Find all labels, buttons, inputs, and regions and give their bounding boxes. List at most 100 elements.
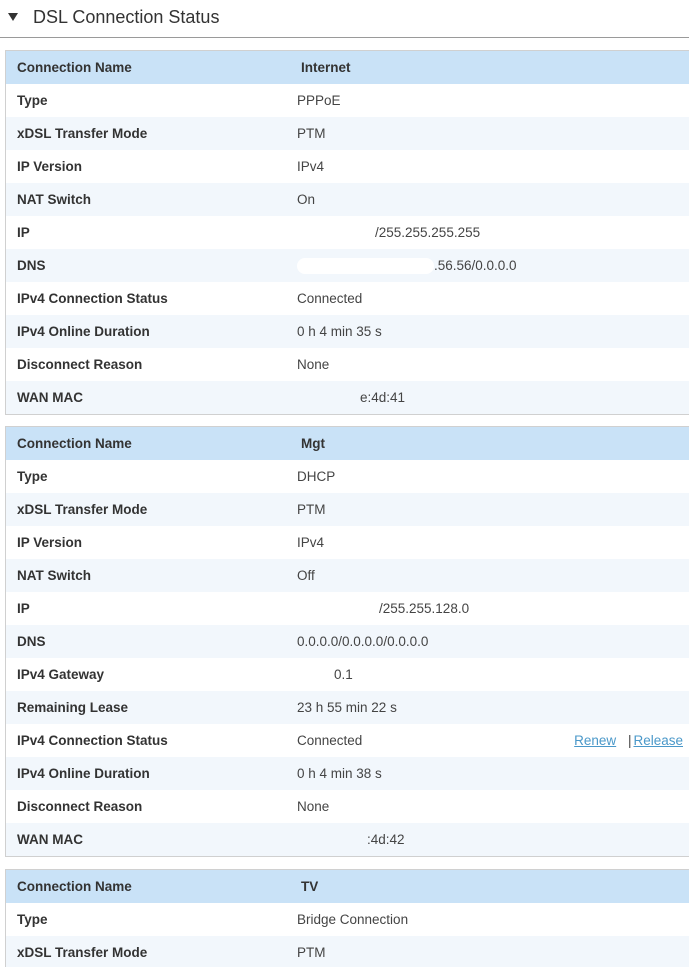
table-row: Disconnect Reason None	[6, 790, 689, 823]
row-label: IPv4 Gateway	[17, 667, 105, 682]
row-value: :4d:42	[367, 832, 405, 847]
section-title: DSL Connection Status	[33, 7, 220, 27]
dsl-status-page: DSL Connection Status Connection Name In…	[0, 0, 689, 967]
table-header-row: Connection Name Internet	[6, 51, 689, 84]
row-label: IP	[17, 225, 30, 240]
row-value: PPPoE	[297, 93, 341, 108]
lease-actions: Renew | Release	[574, 724, 683, 757]
row-value: PTM	[297, 502, 326, 517]
row-label: WAN MAC	[17, 390, 83, 405]
row-value-redacted: /255.255.128.0	[297, 592, 469, 625]
table-row: IPv4 Online Duration 0 h 4 min 38 s	[6, 757, 689, 790]
table-row: Remaining Lease 23 h 55 min 22 s	[6, 691, 689, 724]
table-row: IP /255.255.255.255	[6, 216, 689, 249]
row-value-redacted: .56.56/0.0.0.0	[297, 249, 517, 282]
row-value: 0.1	[334, 667, 353, 682]
row-label: DNS	[17, 258, 46, 273]
row-label: xDSL Transfer Mode	[17, 945, 148, 960]
table-row: IP Version IPv4	[6, 150, 689, 183]
row-value: e:4d:41	[360, 390, 406, 405]
redaction-mark	[297, 832, 367, 849]
table-row: Type DHCP	[6, 460, 689, 493]
row-value: Off	[297, 568, 315, 583]
row-value: 0 h 4 min 35 s	[297, 324, 382, 339]
row-value: IPv4	[297, 535, 325, 550]
row-value: 0 h 4 min 38 s	[297, 766, 382, 781]
row-label: Type	[17, 93, 48, 108]
table-row: xDSL Transfer Mode PTM	[6, 936, 689, 967]
row-label: IP Version	[17, 535, 83, 550]
table-row: NAT Switch Off	[6, 559, 689, 592]
connection-name-value: Mgt	[301, 436, 325, 451]
table-row: DNS 0.0.0.0/0.0.0.0/0.0.0.0	[6, 625, 689, 658]
table-row: WAN MAC e:4d:41	[6, 381, 689, 414]
row-value: .56.56/0.0.0.0	[434, 258, 517, 273]
connection-name-value: Internet	[301, 60, 351, 75]
row-value: Connected	[297, 733, 363, 748]
row-value: PTM	[297, 126, 326, 141]
table-row: IP /255.255.128.0	[6, 592, 689, 625]
table-row: Type PPPoE	[6, 84, 689, 117]
connection-table-tv: Connection Name TV Type Bridge Connectio…	[5, 869, 689, 967]
row-label: IPv4 Connection Status	[17, 733, 168, 748]
row-label: IPv4 Online Duration	[17, 766, 150, 781]
row-value: 23 h 55 min 22 s	[297, 700, 397, 715]
row-label: Disconnect Reason	[17, 357, 143, 372]
table-row: Disconnect Reason None	[6, 348, 689, 381]
table-row: IP Version IPv4	[6, 526, 689, 559]
table-row: IPv4 Gateway 0.1	[6, 658, 689, 691]
row-value: DHCP	[297, 469, 336, 484]
table-row: IPv4 Connection Status Connected Renew |…	[6, 724, 689, 757]
table-row: IPv4 Online Duration 0 h 4 min 35 s	[6, 315, 689, 348]
row-value: /255.255.255.255	[375, 225, 481, 240]
row-value: PTM	[297, 945, 326, 960]
row-value-redacted: /255.255.255.255	[297, 216, 480, 249]
section-header[interactable]: DSL Connection Status	[0, 0, 689, 38]
row-value: On	[297, 192, 316, 207]
redaction-mark	[297, 667, 334, 684]
row-value: 0.0.0.0/0.0.0.0/0.0.0.0	[297, 634, 429, 649]
table-row: WAN MAC :4d:42	[6, 823, 689, 856]
table-row: xDSL Transfer Mode PTM	[6, 493, 689, 526]
table-row: xDSL Transfer Mode PTM	[6, 117, 689, 150]
row-value: Bridge Connection	[297, 912, 409, 927]
renew-link[interactable]: Renew	[574, 733, 616, 748]
collapse-triangle-icon[interactable]	[8, 13, 18, 21]
action-separator: |	[627, 733, 632, 748]
row-label: IP Version	[17, 159, 83, 174]
row-label: Type	[17, 912, 48, 927]
row-label: Connection Name	[17, 879, 132, 894]
redaction-mark	[297, 225, 375, 242]
row-label: xDSL Transfer Mode	[17, 126, 148, 141]
row-value: /255.255.128.0	[379, 601, 470, 616]
row-label: NAT Switch	[17, 192, 91, 207]
row-value-redacted: e:4d:41	[297, 381, 405, 414]
row-label: Connection Name	[17, 60, 132, 75]
row-value: IPv4	[297, 159, 325, 174]
row-label: IPv4 Online Duration	[17, 324, 150, 339]
row-label: Remaining Lease	[17, 700, 129, 715]
redaction-mark	[297, 258, 434, 275]
table-row: DNS .56.56/0.0.0.0	[6, 249, 689, 282]
row-label: IPv4 Connection Status	[17, 291, 168, 306]
redaction-mark	[297, 601, 379, 618]
row-label: DNS	[17, 634, 46, 649]
release-link[interactable]: Release	[633, 733, 683, 748]
row-value-redacted: :4d:42	[297, 823, 405, 856]
connection-name-value: TV	[301, 879, 319, 894]
table-row: IPv4 Connection Status Connected	[6, 282, 689, 315]
row-value: None	[297, 799, 330, 814]
row-value-redacted: 0.1	[297, 658, 353, 691]
row-label: xDSL Transfer Mode	[17, 502, 148, 517]
table-row: Type Bridge Connection	[6, 903, 689, 936]
table-row: NAT Switch On	[6, 183, 689, 216]
connection-table-internet: Connection Name Internet Type PPPoE xDSL…	[5, 50, 689, 415]
row-label: Connection Name	[17, 436, 132, 451]
connection-table-mgt: Connection Name Mgt Type DHCP xDSL Trans…	[5, 426, 689, 857]
row-label: Type	[17, 469, 48, 484]
table-header-row: Connection Name TV	[6, 870, 689, 903]
row-value: Connected	[297, 291, 363, 306]
row-label: WAN MAC	[17, 832, 83, 847]
row-value: None	[297, 357, 330, 372]
row-label: Disconnect Reason	[17, 799, 143, 814]
